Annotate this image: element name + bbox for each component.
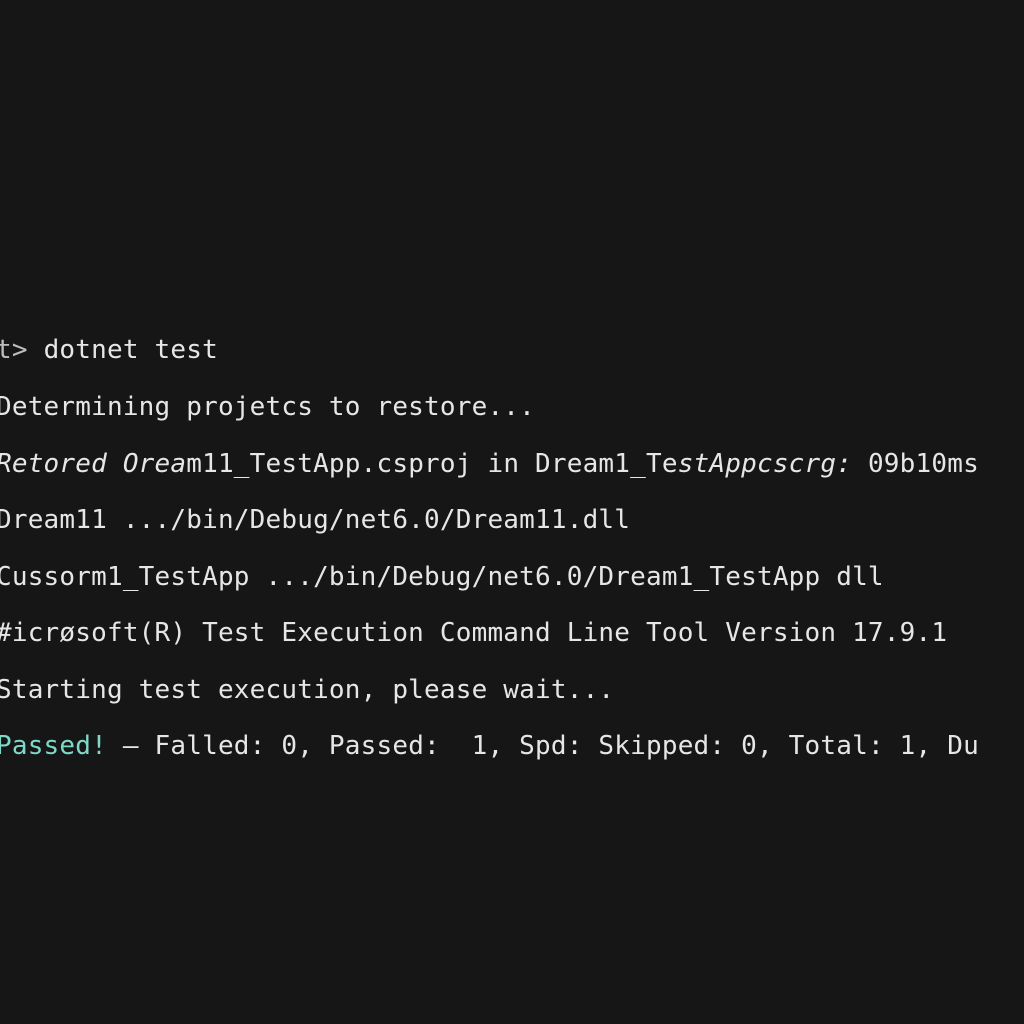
command-line: t> dotnet test [0, 333, 218, 367]
output-dream11-dll: Dream11 .../bin/Debug/net6.0/Dream11.dll [0, 505, 631, 535]
output-starting: Starting test execution, please wait... [0, 675, 615, 705]
restored-project-rest: m11_TestApp.csproj in Dream1_Te [186, 449, 678, 479]
restored-prefix: Retored [0, 449, 123, 479]
restored-target: stAppcscrg: [677, 449, 853, 479]
restored-duration: 09b10ms [852, 449, 979, 479]
output-determining: Determining projetcs to restore... [0, 392, 536, 422]
output-test-summary: Passed! — Falled: 0, Passed: 1, Spd: Ski… [0, 729, 979, 763]
command-text: dotnet test [43, 335, 218, 365]
summary-text: — Falled: 0, Passed: 1, Spd: Skipped: 0,… [106, 731, 979, 761]
passed-status: Passed! [0, 731, 107, 761]
output-test-tool-version: #icrøsoft(R) Test Execution Command Line… [0, 618, 948, 648]
shell-prompt: t> [0, 335, 44, 365]
terminal-window[interactable]: t> dotnet test Determining projetcs to r… [0, 0, 1024, 1024]
output-testapp-dll: Cussorm1_TestApp .../bin/Debug/net6.0/Dr… [0, 562, 884, 592]
restored-project-start: Orea [122, 449, 187, 479]
output-restored: Retored Oream11_TestApp.csproj in Dream1… [0, 447, 979, 481]
